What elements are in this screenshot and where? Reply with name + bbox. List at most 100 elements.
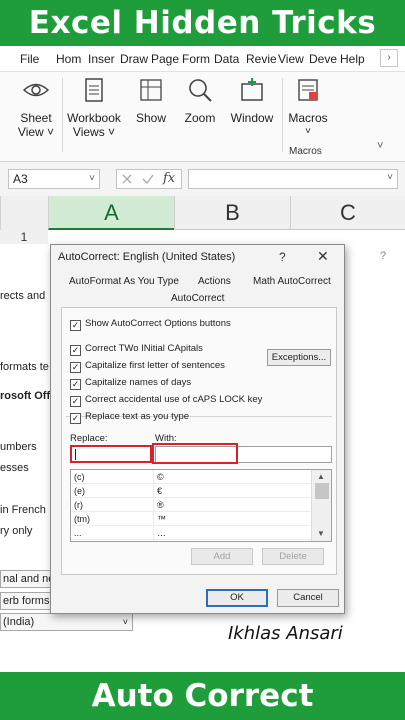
checkbox-label: Correct TWo INitial CApitals <box>85 343 203 354</box>
macros-dropdown-icon: ˅ <box>305 126 311 137</box>
expand-formula-bar-icon[interactable]: ˅ <box>387 172 393 183</box>
tab-formulas[interactable]: Form <box>182 52 210 66</box>
text-caret <box>75 449 76 460</box>
tab-insert[interactable]: Inser <box>88 52 118 66</box>
column-header-c[interactable]: C <box>290 196 405 230</box>
show-options-checkbox[interactable]: ✓ <box>70 320 81 331</box>
checkbox-row[interactable]: ✓ Capitalize first letter of sentences <box>70 360 225 373</box>
close-icon[interactable]: ✕ <box>317 248 329 265</box>
title-banner: Excel Hidden Tricks <box>0 0 405 46</box>
tab-review[interactable]: Revie <box>246 52 276 66</box>
scroll-up-icon[interactable]: ▲ <box>317 472 325 481</box>
with-input-highlight <box>152 443 238 464</box>
checkbox-label: Replace text as you type <box>85 411 190 422</box>
ribbon: Sheet View ˅ Workbook Views ˅ Show Zoom … <box>0 72 405 162</box>
options-text: ry only <box>0 525 33 537</box>
show-options-checkbox-row[interactable]: ✓ Show AutoCorrect Options buttons <box>70 318 231 331</box>
checkbox-row[interactable]: ✓ Correct accidental use of cAPS LOCK key <box>70 394 262 407</box>
tab-file[interactable]: File <box>20 52 44 66</box>
exceptions-button[interactable]: Exceptions... <box>267 349 331 366</box>
tab-page-layout[interactable]: Page <box>151 52 179 66</box>
scroll-thumb[interactable] <box>315 483 329 499</box>
name-box-value: A3 <box>13 172 28 186</box>
list-item-replace: (e) <box>74 486 85 496</box>
checkbox-row[interactable]: ✓ Correct TWo INitial CApitals <box>70 343 203 356</box>
options-help-icon[interactable]: ? <box>380 250 386 262</box>
formula-buttons: fx <box>116 169 182 189</box>
dialog-title: AutoCorrect: English (United States) <box>58 251 236 263</box>
window-button[interactable]: Window <box>226 76 278 125</box>
checkbox-label: Capitalize names of days <box>85 377 192 388</box>
options-text: umbers <box>0 441 37 453</box>
list-item-with: … <box>157 528 166 538</box>
options-text: rosoft Offi <box>0 390 54 402</box>
options-select[interactable]: erb forms c <box>0 592 56 610</box>
select-all-corner[interactable] <box>0 196 48 230</box>
ok-button[interactable]: OK <box>206 589 268 607</box>
list-scrollbar[interactable]: ▲ ▼ <box>311 470 331 541</box>
list-item-with: ® <box>157 500 164 510</box>
correct-two-initial-capitals-checkbox[interactable]: ✓ <box>70 345 81 356</box>
checkbox-row[interactable]: ✓ Capitalize names of days <box>70 377 191 390</box>
list-item[interactable]: (r) ® <box>71 498 311 512</box>
list-item[interactable]: (e) € <box>71 484 311 498</box>
add-button[interactable]: Add <box>191 548 253 565</box>
checkbox-label: Capitalize first letter of sentences <box>85 360 225 371</box>
window-label: Window <box>230 111 274 125</box>
replace-input[interactable] <box>70 445 152 463</box>
ribbon-tab-bar: File Hom Inser Draw Page Form Data Revie… <box>0 46 405 72</box>
cancel-button[interactable]: Cancel <box>277 589 339 607</box>
workbook-views-label: Workbook Views ˅ <box>67 111 121 139</box>
replace-as-you-type-checkbox[interactable]: ✓ <box>70 413 81 424</box>
more-tabs-button[interactable]: › <box>380 49 398 67</box>
options-text: in French <box>0 504 46 516</box>
workbook-views-button[interactable]: Workbook Views ˅ <box>66 76 122 139</box>
workbook-icon <box>85 78 103 102</box>
list-item[interactable]: ...… <box>71 526 311 540</box>
show-button[interactable]: Show <box>128 76 174 125</box>
zoom-label: Zoom <box>184 111 216 125</box>
column-header-b[interactable]: B <box>174 196 290 230</box>
replacement-list[interactable]: (c) © (e) € (r) ® (tm) ™ ... … ▲ ▼ <box>70 469 332 542</box>
tab-draw[interactable]: Draw <box>120 52 150 66</box>
capitalize-names-of-days-checkbox[interactable]: ✓ <box>70 379 81 390</box>
help-icon[interactable]: ? <box>279 250 286 264</box>
tab-autocorrect[interactable]: AutoCorrect <box>171 293 224 304</box>
sheet-view-label: Sheet View ˅ <box>17 111 55 139</box>
caps-lock-checkbox[interactable]: ✓ <box>70 396 81 407</box>
zoom-button[interactable]: Zoom <box>178 76 222 125</box>
list-item[interactable]: (c) © <box>71 470 311 484</box>
tab-math-autocorrect[interactable]: Math AutoCorrect <box>253 276 331 287</box>
tab-home[interactable]: Hom <box>56 52 84 66</box>
cancel-icon[interactable] <box>121 173 133 185</box>
sheet-view-button[interactable]: Sheet View ˅ <box>10 76 62 139</box>
tab-autoformat-as-you-type[interactable]: AutoFormat As You Type <box>69 276 179 287</box>
formula-bar: A3 ˅ fx ˅ <box>0 162 405 196</box>
tab-developer[interactable]: Deve <box>309 52 337 66</box>
macros-button[interactable]: Macros ˅ <box>286 76 330 139</box>
delete-button[interactable]: Delete <box>262 548 324 565</box>
enter-check-icon[interactable] <box>141 173 155 185</box>
row-header[interactable]: 1 <box>0 230 48 244</box>
list-item-replace: (c) <box>74 472 85 482</box>
name-box[interactable]: A3 ˅ <box>8 169 100 189</box>
show-icon <box>140 79 162 101</box>
capitalize-first-letter-checkbox[interactable]: ✓ <box>70 362 81 373</box>
column-header-a[interactable]: A <box>48 196 174 230</box>
tab-view[interactable]: View <box>278 52 306 66</box>
insert-function-icon[interactable]: fx <box>163 171 175 186</box>
tab-data[interactable]: Data <box>214 52 244 66</box>
list-item[interactable]: (tm) ™ <box>71 512 311 526</box>
formula-input[interactable]: ˅ <box>188 169 398 189</box>
worksheet-grid[interactable] <box>0 230 405 244</box>
collapse-ribbon-icon[interactable]: ˅ <box>377 140 383 152</box>
macros-label: Macros <box>288 111 328 125</box>
tab-help[interactable]: Help <box>340 52 370 66</box>
options-text: rects and <box>0 290 46 302</box>
checkbox-row[interactable]: ✓ Replace text as you type <box>70 411 189 424</box>
scroll-down-icon[interactable]: ▼ <box>317 529 325 538</box>
language-select[interactable]: (India) ˅ <box>0 613 133 631</box>
tab-actions[interactable]: Actions <box>198 276 231 287</box>
ribbon-separator <box>282 78 283 152</box>
name-box-dropdown-icon[interactable]: ˅ <box>89 170 95 188</box>
